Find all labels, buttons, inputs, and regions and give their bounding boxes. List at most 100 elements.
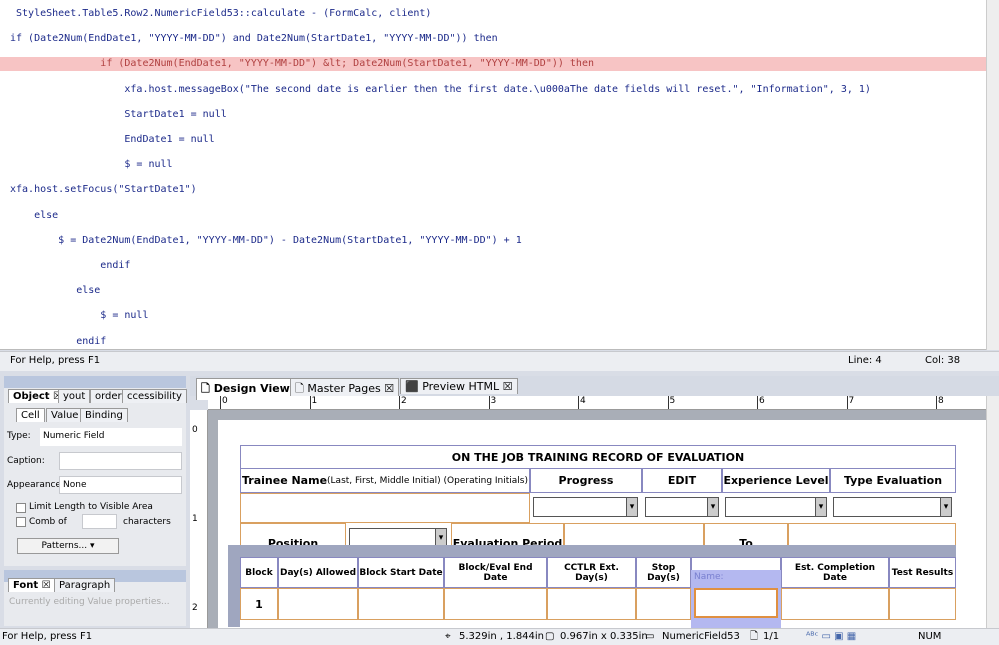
status-bar: For Help, press F1 ⌖ 5.329in , 1.844in ▢… [0,628,999,645]
table-cell[interactable] [636,588,691,620]
subtab-binding[interactable]: Binding [80,408,128,422]
code-line[interactable]: if (Date2Num(EndDate1, "YYYY-MM-DD") &lt… [0,57,986,72]
column-header: Block/Eval End Date [444,557,547,588]
table-cell[interactable] [889,588,956,620]
row-number: 1 [240,588,278,620]
edit-header: EDIT [642,468,722,493]
edit-dropdown[interactable] [645,497,719,517]
code-line[interactable]: else [0,284,986,298]
characters-label: characters [123,517,171,527]
caption-label: Caption: [7,456,45,466]
comb-checkbox[interactable] [16,517,26,527]
table-cell[interactable] [547,588,636,620]
page-indicator: 1/1 [763,631,780,642]
code-line[interactable]: xfa.host.setFocus("StartDate1") [0,183,986,197]
column-header: Day(s) Allowed [278,557,358,588]
code-line[interactable]: EndDate1 = null [0,133,986,147]
form-title: ON THE JOB TRAINING RECORD OF EVALUATION [240,445,956,469]
ruler-tick: 6 [757,396,765,409]
subtab-value[interactable]: Value [46,408,84,422]
line-indicator: Line: 4 [848,355,882,366]
tab-layout[interactable]: yout [58,389,91,403]
status-help: For Help, press F1 [2,631,93,642]
num-lock-indicator: NUM [918,631,942,642]
ruler-tick: 3 [488,396,496,409]
code-line[interactable]: StartDate1 = null [0,108,986,122]
ruler-tick: 0 [220,396,228,409]
limit-length-checkbox[interactable] [16,503,26,513]
spell-check-icon[interactable]: ᴬᴮᶜ ▭ ▣ ▦ [806,629,856,645]
design-scrollbar[interactable] [986,396,999,628]
code-line[interactable]: $ = Date2Num(EndDate1, "YYYY-MM-DD") - D… [0,234,986,248]
ruler-tick: 7 [846,396,854,409]
comb-label: Comb of [29,517,67,527]
type-label: Type: [7,431,31,441]
help-text: For Help, press F1 [10,355,101,366]
tab-font[interactable]: Font ☒ [8,578,56,592]
type-select[interactable]: Numeric Field [40,428,182,446]
tab-accessibility[interactable]: ccessibility [122,389,187,403]
selected-object: NumericField53 [662,631,740,642]
table-cell[interactable] [444,588,547,620]
code-line[interactable]: $ = null [0,158,986,172]
tab-preview-html[interactable]: ⬛ Preview HTML ☒ [400,378,518,394]
vertical-ruler: 0 1 2 [190,410,208,628]
appearance-select[interactable]: None [59,476,182,494]
view-tabs: 🗋 Design View 🗋 Master Pages ☒ ⬛ Preview… [190,376,999,400]
ruler-tick: 1 [309,396,317,409]
column-header: Stop Day(s) [636,557,691,588]
column-header: CCTLR Ext. Day(s) [547,557,636,588]
field-icon: ▭ [645,631,655,642]
size-icon: ▢ [545,631,555,642]
column-header: Block Start Date [358,557,444,588]
table-cell[interactable] [278,588,358,620]
position-icon: ⌖ [445,631,451,642]
code-line[interactable]: if (Date2Num(EndDate1, "YYYY-MM-DD") and… [0,32,986,46]
comb-count-input[interactable] [82,514,117,529]
code-line[interactable]: endif [0,335,986,349]
ruler-tick: 2 [192,603,198,613]
trainee-name-label: Trainee Name (Last, First, Middle Initia… [240,468,530,493]
object-panel: Object ☒ yout order ccessibility Cell Va… [4,376,187,566]
row-handle[interactable] [228,557,240,627]
type-evaluation-header: Type Evaluation [830,468,956,493]
progress-dropdown[interactable] [533,497,638,517]
numeric-field-53-selection[interactable] [691,585,781,628]
code-line[interactable]: xfa.host.messageBox("The second date is … [0,83,986,97]
caption-input[interactable] [59,452,182,470]
editing-info: Currently editing Value properties... [9,597,170,607]
ruler-tick: 5 [667,396,675,409]
table-selection-bar[interactable] [228,545,956,557]
trainee-name-input[interactable] [240,493,530,523]
script-editor[interactable]: StyleSheet.Table5.Row2.NumericField53::c… [0,0,999,350]
appearance-label: Appearance: [7,480,65,490]
ruler-tick: 2 [399,396,407,409]
editor-status-bar: For Help, press F1 Line: 4 Col: 38 [0,351,999,371]
table-cell[interactable] [781,588,889,620]
code-line[interactable]: endif [0,259,986,273]
type-evaluation-dropdown[interactable] [833,497,952,517]
code-line[interactable]: else [0,209,986,223]
col-indicator: Col: 38 [925,355,961,366]
progress-header: Progress [530,468,642,493]
code-line[interactable]: StyleSheet.Table5.Row2.NumericField53::c… [0,7,986,21]
column-header: Est. Completion Date [781,557,889,588]
editor-scrollbar[interactable] [986,0,999,350]
tab-paragraph[interactable]: Paragraph [54,578,116,592]
experience-level-dropdown[interactable] [725,497,827,517]
code-line[interactable]: $ = null [0,309,986,323]
page-icon: 🗋 [750,631,759,642]
cursor-position: 5.329in , 1.844in [459,631,545,642]
column-header: Block [240,557,278,588]
ruler-tick: 4 [578,396,586,409]
limit-length-label: Limit Length to Visible Area [29,502,153,512]
font-panel: Font ☒ Paragraph Currently editing Value… [4,570,186,626]
column-header: Test Results [889,557,956,588]
patterns-button[interactable]: Patterns... ▾ [17,538,119,554]
experience-level-header: Experience Level [722,468,830,493]
table-cell[interactable] [358,588,444,620]
panel-header [4,376,186,388]
numeric-field-53[interactable] [694,588,778,618]
subtab-cell[interactable]: Cell [16,408,45,422]
ruler-tick: 8 [936,396,944,409]
